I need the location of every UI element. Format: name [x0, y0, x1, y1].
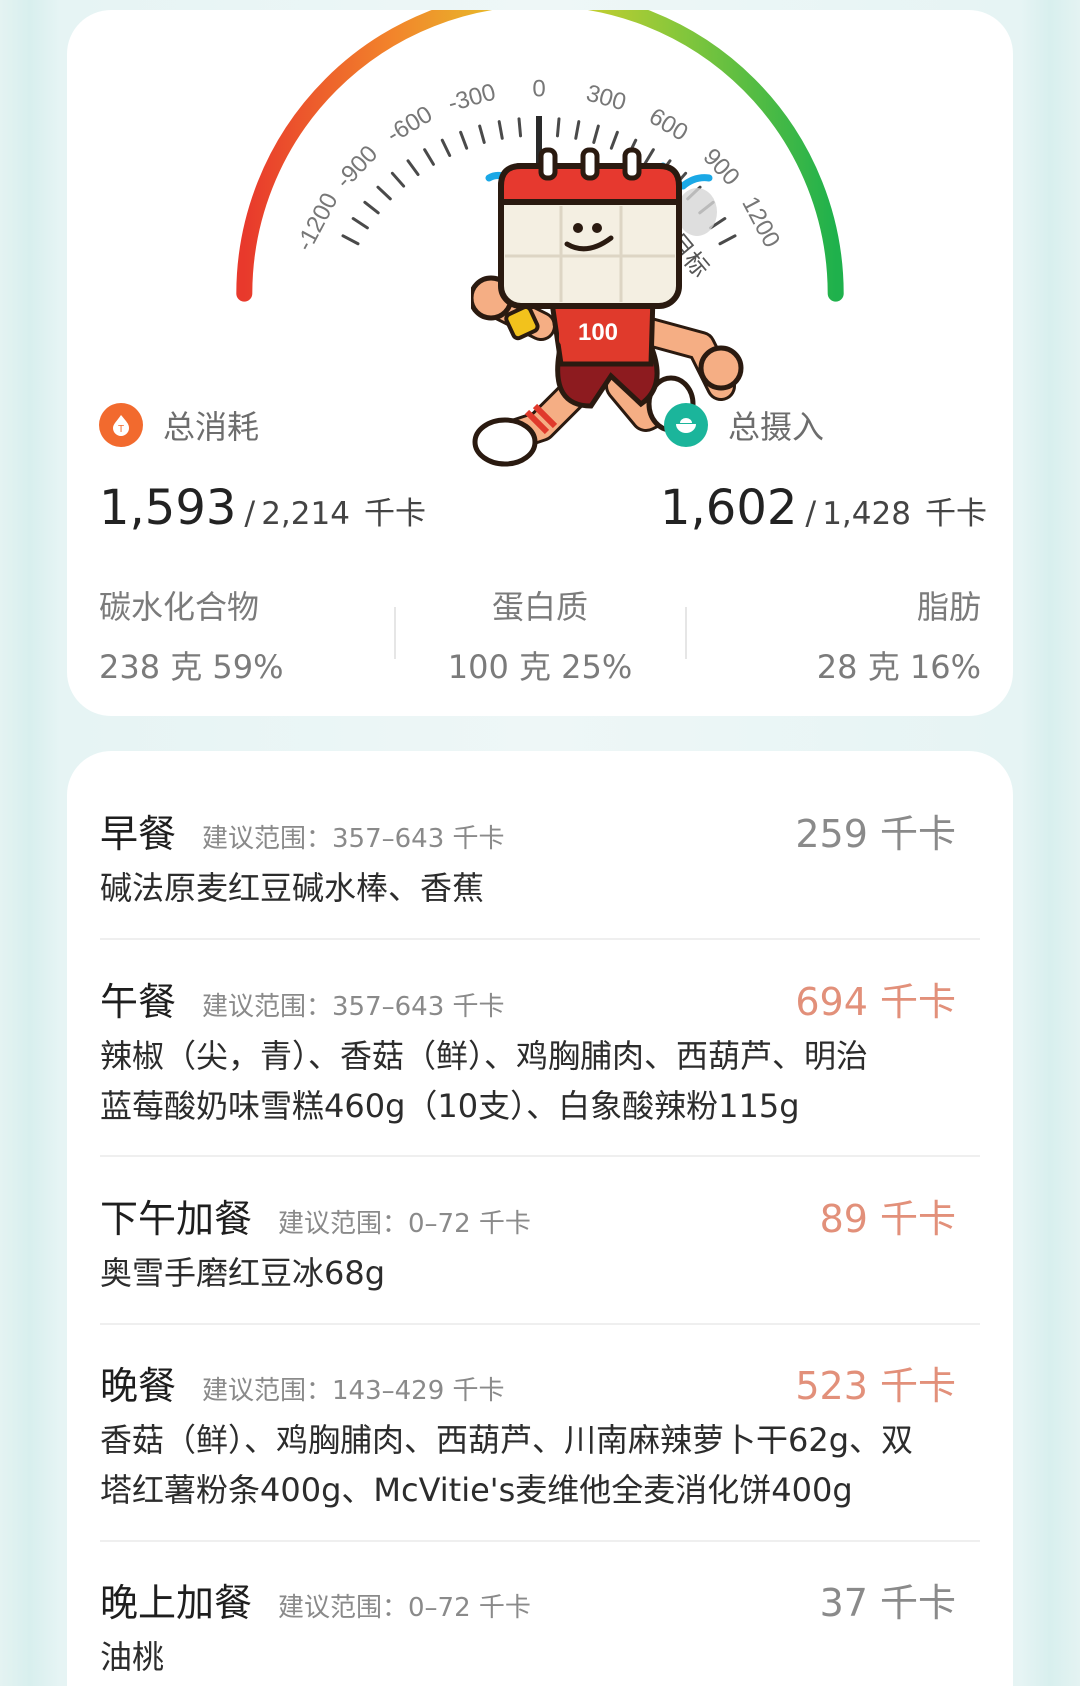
- meal-kcal: 523 千卡: [795, 1364, 956, 1408]
- meal-breakfast[interactable]: 早餐 建议范围：357–643 千卡 259 千卡 碱法原麦红豆碱水棒、香蕉: [100, 803, 980, 913]
- total-intake-label-row: 总摄入: [664, 402, 824, 448]
- gauge-tick: [390, 171, 406, 188]
- meal-kcal: 37 千卡: [819, 1581, 956, 1625]
- meal-range: 建议范围：0–72 千卡: [278, 1209, 531, 1239]
- svg-text:T: T: [118, 424, 124, 435]
- meal-foods: 香菇（鲜）、鸡胸脯肉、西葫芦、川南麻辣萝卜干62g、双 塔红薯粉条400g、Mc…: [100, 1421, 914, 1509]
- bowl-icon: [664, 403, 708, 447]
- meal-lunch[interactable]: 午餐 建议范围：357–643 千卡 694 千卡 辣椒（尖，青）、香菇（鲜）、…: [100, 971, 980, 1131]
- meal-name: 晚上加餐: [100, 1581, 253, 1625]
- meal-range: 建议范围：357–643 千卡: [202, 824, 505, 854]
- gauge-tick: [423, 148, 435, 166]
- divider: [100, 1540, 980, 1542]
- total-intake-label: 总摄入: [728, 408, 825, 446]
- meal-foods: 油桃: [100, 1638, 165, 1676]
- gauge-tick-label: -1200: [291, 189, 344, 256]
- gauge-tick: [459, 130, 469, 150]
- macro-protein: 蛋白质 100 克 25%: [447, 588, 633, 686]
- total-intake-value: 1,602 / 1,428 千卡: [660, 480, 987, 536]
- meal-foods: 碱法原麦红豆碱水棒、香蕉: [100, 869, 485, 907]
- meal-range: 建议范围：0–72 千卡: [278, 1593, 531, 1623]
- gauge-tick-label: -600: [382, 101, 437, 149]
- meal-kcal: 89 千卡: [819, 1197, 956, 1241]
- page: -1200 -900 -600 -300 0 300 600 900 1200 目标: [0, 0, 1080, 1686]
- calorie-summary-card: -1200 -900 -600 -300 0 300 600 900 1200 目标: [67, 10, 1013, 716]
- gauge-tick: [376, 185, 392, 201]
- meal-foods: 奥雪手磨红豆冰68g: [100, 1254, 386, 1292]
- gauge-tick-label: 0: [532, 75, 545, 102]
- total-burn-value: 1,593 / 2,214 千卡: [99, 480, 426, 536]
- gauge-tick: [341, 234, 360, 246]
- gauge-tick: [440, 138, 452, 157]
- meal-name: 午餐: [100, 980, 177, 1024]
- meal-evening-snack[interactable]: 晚上加餐 建议范围：0–72 千卡 37 千卡 油桃: [100, 1572, 980, 1682]
- mascot-number: 100: [578, 319, 618, 346]
- divider: [100, 938, 980, 940]
- meals-card: 早餐 建议范围：357–643 千卡 259 千卡 碱法原麦红豆碱水棒、香蕉 午…: [67, 751, 1013, 1686]
- meal-name: 早餐: [100, 812, 177, 856]
- meal-name: 晚餐: [100, 1364, 177, 1408]
- gauge-tick: [351, 217, 369, 230]
- meal-kcal: 259 千卡: [795, 812, 956, 856]
- meal-kcal: 694 千卡: [795, 980, 956, 1024]
- gauge-tick: [363, 200, 380, 215]
- meal-foods: 辣椒（尖，青）、香菇（鲜）、鸡胸脯肉、西葫芦、明治 蓝莓酸奶味雪糕460g（10…: [100, 1037, 869, 1125]
- gauge-tick: [406, 159, 420, 177]
- macro-divider: [394, 607, 396, 659]
- divider: [100, 1323, 980, 1325]
- meal-range: 建议范围：357–643 千卡: [202, 992, 505, 1022]
- macro-divider: [685, 607, 687, 659]
- gauge-tick-label: -900: [330, 140, 383, 193]
- meal-afternoon-snack[interactable]: 下午加餐 建议范围：0–72 千卡 89 千卡 奥雪手磨红豆冰68g: [100, 1188, 980, 1298]
- macro-carbs: 碳水化合物 238 克 59%: [99, 588, 284, 686]
- meal-range: 建议范围：143–429 千卡: [202, 1376, 505, 1406]
- total-burn-label: 总消耗: [163, 408, 260, 446]
- macro-fat: 脂肪 28 克 16%: [816, 588, 981, 686]
- meal-dinner[interactable]: 晚餐 建议范围：143–429 千卡 523 千卡 香菇（鲜）、鸡胸脯肉、西葫芦…: [100, 1355, 980, 1515]
- flame-icon: T: [99, 403, 143, 447]
- total-burn-label-row: T 总消耗: [99, 402, 259, 448]
- meal-name: 下午加餐: [100, 1197, 253, 1241]
- divider: [100, 1155, 980, 1157]
